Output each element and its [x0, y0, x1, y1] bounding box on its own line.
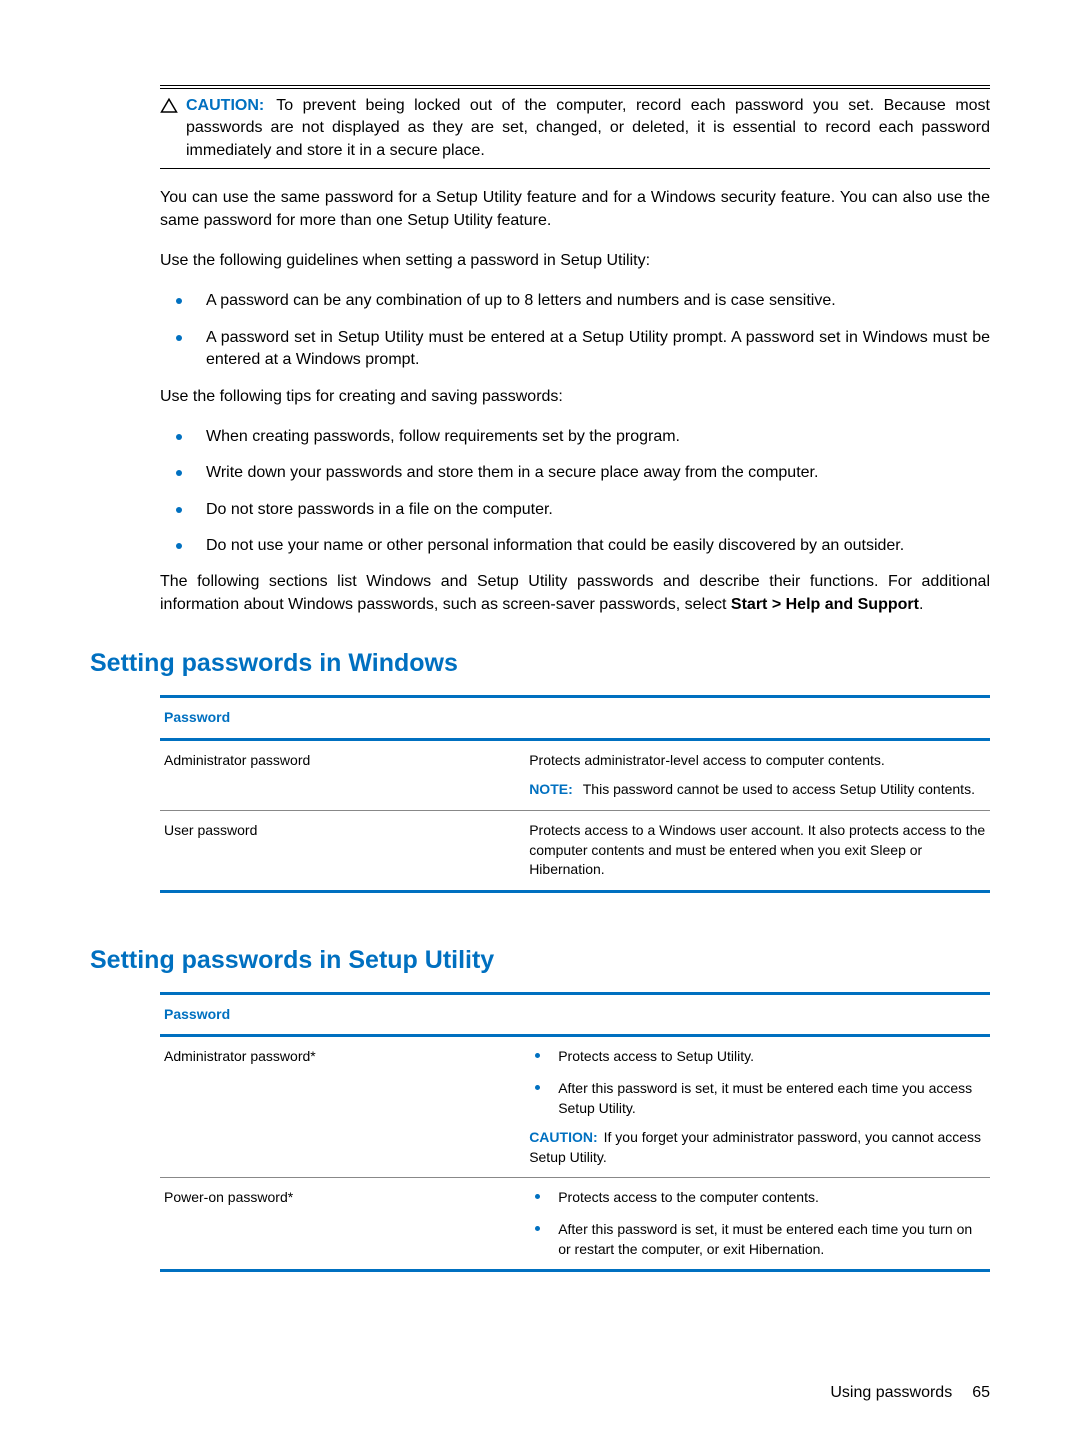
caution-icon	[160, 97, 178, 115]
table-header-empty	[525, 697, 990, 740]
setup-passwords-table: Password Administrator password* Protect…	[160, 992, 990, 1272]
page-footer: Using passwords 65	[90, 1382, 990, 1404]
tips-list: When creating passwords, follow requirem…	[160, 426, 990, 558]
section-heading-setup: Setting passwords in Setup Utility	[90, 943, 990, 978]
bullet-icon	[535, 1226, 540, 1231]
list-item: Do not store passwords in a file on the …	[160, 499, 990, 521]
bullet-icon	[176, 335, 182, 341]
footer-section: Using passwords	[830, 1382, 952, 1404]
bullet-icon	[176, 434, 182, 440]
list-item: After this password is set, it must be e…	[529, 1079, 986, 1118]
table-header-empty	[525, 993, 990, 1036]
list-item: Write down your passwords and store them…	[160, 462, 990, 484]
paragraph: The following sections list Windows and …	[160, 571, 990, 616]
list-item: Do not use your name or other personal i…	[160, 535, 990, 557]
table-row: Power-on password* Protects access to th…	[160, 1178, 990, 1271]
caution-label: CAUTION:	[529, 1129, 597, 1145]
footer-page-number: 65	[972, 1382, 990, 1404]
list-item: Protects access to the computer contents…	[529, 1188, 986, 1208]
caution-label: CAUTION:	[186, 97, 264, 114]
bullet-icon	[535, 1085, 540, 1090]
caution-callout: CAUTION:To prevent being locked out of t…	[160, 88, 990, 169]
list-item: Protects access to Setup Utility.	[529, 1047, 986, 1067]
list-item: After this password is set, it must be e…	[529, 1220, 986, 1259]
list-item: When creating passwords, follow requirem…	[160, 426, 990, 448]
caution-text: CAUTION:To prevent being locked out of t…	[186, 95, 990, 162]
password-desc: Protects access to Setup Utility. After …	[525, 1036, 990, 1178]
list-item: A password set in Setup Utility must be …	[160, 327, 990, 372]
section-heading-windows: Setting passwords in Windows	[90, 646, 990, 681]
password-name: Administrator password*	[160, 1036, 525, 1178]
bullet-icon	[176, 470, 182, 476]
caution-body: To prevent being locked out of the compu…	[186, 97, 990, 159]
password-name: Administrator password	[160, 739, 525, 810]
table-row: Administrator password* Protects access …	[160, 1036, 990, 1178]
bullet-icon	[535, 1194, 540, 1199]
paragraph: Use the following tips for creating and …	[160, 386, 990, 408]
windows-passwords-table: Password Administrator password Protects…	[160, 695, 990, 893]
paragraph: Use the following guidelines when settin…	[160, 250, 990, 272]
password-desc: Protects access to the computer contents…	[525, 1178, 990, 1271]
bullet-icon	[535, 1053, 540, 1058]
list-item: A password can be any combination of up …	[160, 290, 990, 312]
bullet-icon	[176, 507, 182, 513]
note-label: NOTE:	[529, 781, 573, 797]
divider	[160, 85, 990, 86]
paragraph: You can use the same password for a Setu…	[160, 187, 990, 232]
password-desc: Protects administrator-level access to c…	[525, 739, 990, 810]
page-content: CAUTION:To prevent being locked out of t…	[0, 0, 1080, 1445]
guidelines-list: A password can be any combination of up …	[160, 290, 990, 371]
table-row: Administrator password Protects administ…	[160, 739, 990, 810]
bullet-icon	[176, 298, 182, 304]
table-header-password: Password	[160, 993, 525, 1036]
table-row: User password Protects access to a Windo…	[160, 811, 990, 892]
bullet-icon	[176, 543, 182, 549]
password-desc: Protects access to a Windows user accoun…	[525, 811, 990, 892]
table-header-password: Password	[160, 697, 525, 740]
password-name: User password	[160, 811, 525, 892]
password-name: Power-on password*	[160, 1178, 525, 1271]
